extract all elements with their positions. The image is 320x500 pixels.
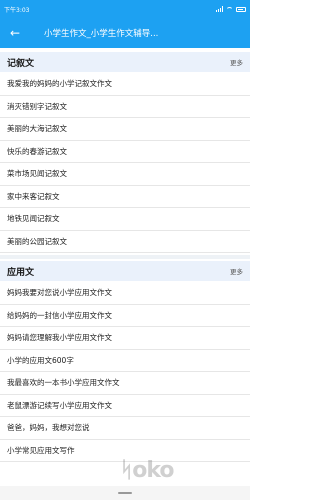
list-item[interactable]: 菜市场见闻记叙文	[0, 163, 250, 186]
article-list: 妈妈我要对您说小学应用文作文 给妈妈的一封信小学应用文作文 妈妈请您理解我小学应…	[0, 282, 250, 462]
watermark-logo: ᛋoko	[120, 458, 174, 483]
system-nav-bar	[0, 486, 250, 500]
list-item[interactable]: 快乐的春游记叙文	[0, 141, 250, 163]
back-arrow-icon[interactable]: ←	[0, 18, 30, 48]
section-divider	[0, 255, 250, 259]
more-link[interactable]: 更多	[230, 266, 243, 276]
list-item[interactable]: 妈妈我要对您说小学应用文作文	[0, 282, 250, 305]
list-item[interactable]: 家中来客记叙文	[0, 186, 250, 208]
list-item[interactable]: 妈妈请您理解我小学应用文作文	[0, 327, 250, 350]
page-title: 小学生作文_小学生作文辅导...	[44, 29, 159, 39]
signal-icon	[216, 6, 223, 12]
status-icons	[216, 6, 246, 12]
list-item[interactable]: 给妈妈的一封信小学应用文作文	[0, 305, 250, 327]
list-item[interactable]: 我最喜欢的一本书小学应用文作文	[0, 372, 250, 395]
home-indicator-icon[interactable]	[118, 492, 132, 494]
list-item[interactable]: 消灭错别字记叙文	[0, 96, 250, 118]
status-time: 下午3:03	[4, 6, 30, 14]
list-item[interactable]: 美丽的大海记叙文	[0, 118, 250, 141]
list-item[interactable]: 小学的应用文600字	[0, 350, 250, 372]
wifi-icon	[226, 6, 233, 12]
section-header-narrative: 记叙文 更多	[0, 52, 250, 72]
article-list: 我爱我的妈妈的小学记叙文作文 消灭错别字记叙文 美丽的大海记叙文 快乐的春游记叙…	[0, 73, 250, 253]
status-bar: 下午3:03	[0, 0, 250, 18]
battery-icon	[236, 6, 246, 12]
list-item[interactable]: 爸爸，妈妈，我想对您说	[0, 417, 250, 440]
section-title: 应用文	[7, 267, 35, 278]
list-item[interactable]: 美丽的公园记叙文	[0, 231, 250, 253]
section-header-practical: 应用文 更多	[0, 261, 250, 281]
list-item[interactable]: 老鼠漂游记续写小学应用文作文	[0, 395, 250, 417]
section-title: 记叙文	[7, 58, 35, 69]
list-item[interactable]: 地铁见闻记叙文	[0, 208, 250, 231]
app-bar: ← 小学生作文_小学生作文辅导...	[0, 18, 250, 48]
more-link[interactable]: 更多	[230, 57, 243, 67]
list-item[interactable]: 我爱我的妈妈的小学记叙文作文	[0, 73, 250, 96]
